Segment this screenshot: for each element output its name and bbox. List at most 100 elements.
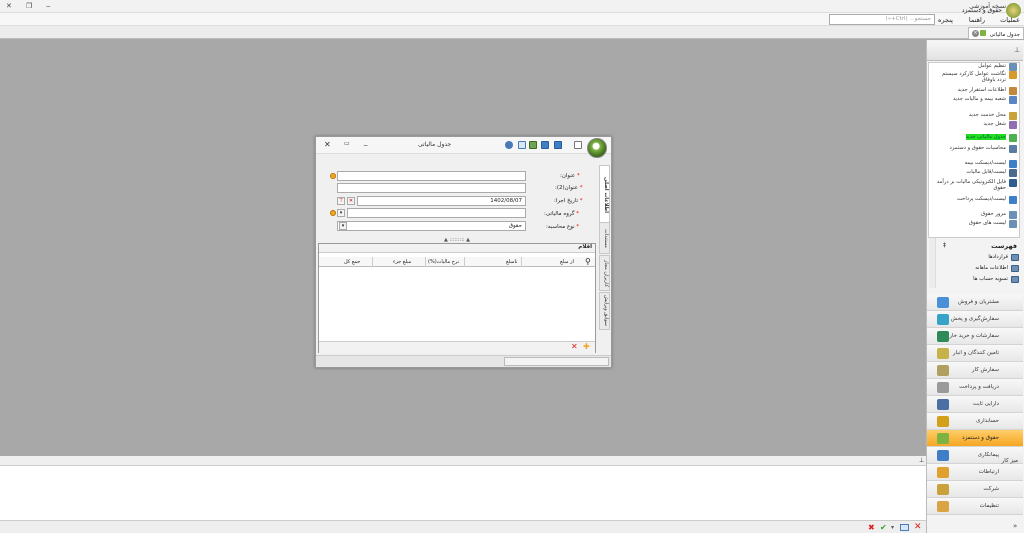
nav-item[interactable]: اطلاعات استقرار جدید — [933, 87, 1017, 95]
search-icon[interactable]: ⚲ — [585, 257, 591, 266]
new-document-icon[interactable] — [574, 141, 582, 149]
clear-date-icon[interactable]: ✕ — [347, 197, 355, 205]
tax-group-dropdown-icon[interactable]: ▾ — [337, 209, 345, 217]
nav-item[interactable]: محاسبات حقوق و دستمزد — [933, 145, 1017, 153]
grid-view-icon[interactable] — [900, 524, 909, 531]
column-separator — [425, 257, 426, 267]
cancel-icon[interactable]: ✖ — [868, 523, 875, 532]
module-button[interactable]: تنظیمات — [927, 498, 1023, 515]
module-button[interactable]: سفارشات و خرید خارجی — [927, 328, 1023, 345]
title2-field[interactable] — [337, 183, 526, 193]
splitter-handle[interactable]: ▲ ::::::::: ▲ — [437, 238, 477, 243]
column-header-total[interactable]: جمع کل — [344, 259, 360, 265]
column-separator — [372, 257, 373, 267]
search-input[interactable]: جستجو... (Ctrl+«) — [829, 14, 935, 25]
workdesk-pin-icon[interactable]: ⊥ — [919, 457, 924, 464]
module-button[interactable]: شرکت — [927, 481, 1023, 498]
nav-item-label: لیست/فایل مالیات — [966, 169, 1006, 175]
tab-main-info[interactable]: اطلاعات اصلی — [599, 165, 610, 225]
nav-item[interactable]: محل خدمت جدید — [933, 112, 1017, 120]
tax-group-field[interactable] — [347, 208, 526, 218]
delete-row-icon[interactable]: ✕ — [571, 342, 578, 351]
column-header-rate[interactable]: نرخ مالیات(%) — [428, 259, 459, 265]
tab-documents[interactable]: مستندات — [599, 222, 610, 254]
title-field[interactable] — [337, 171, 526, 181]
restore-icon[interactable]: ❐ — [26, 2, 32, 10]
module-label: حسابداری — [976, 418, 999, 424]
dialog-maximize-icon[interactable]: ▭ — [344, 140, 350, 147]
review-icon — [1009, 211, 1017, 219]
tab-close-icon[interactable]: × — [972, 30, 979, 37]
nav-item[interactable]: شعبه بیمه و مالیات جدید — [933, 96, 1017, 104]
module-icon — [937, 501, 949, 512]
location-icon — [1009, 112, 1017, 120]
nav-item[interactable]: لیست/دیسکت پرداخت — [933, 196, 1017, 204]
calendar-filter-icon[interactable]: ⊤ — [337, 197, 345, 205]
help-icon[interactable] — [505, 141, 513, 149]
nav-item[interactable]: تنظیم عوامل — [933, 63, 1017, 71]
nav-item[interactable]: لیست/دیسکت بیمه — [933, 160, 1017, 168]
nav-item[interactable]: لیست های حقوق — [933, 220, 1017, 228]
module-button[interactable]: دارایی ثابت — [927, 396, 1023, 413]
module-icon — [937, 297, 949, 308]
minimize-icon[interactable]: ‒ — [46, 2, 50, 10]
nav-item[interactable]: نگاشت عوامل کارکرد سیستم تردد باوفاق — [933, 71, 1017, 83]
module-logo-icon — [1006, 3, 1021, 18]
save-close-icon[interactable] — [554, 141, 562, 149]
module-label: دریافت و پرداخت — [959, 384, 999, 390]
nav-item[interactable]: شغل جدید — [933, 121, 1017, 129]
favorite-item[interactable]: اطلاعات ماهانه — [939, 265, 1019, 272]
nav-item-label: لیست/دیسکت بیمه — [964, 160, 1006, 166]
dialog-minimize-icon[interactable]: _ — [364, 138, 368, 146]
close-panel-icon[interactable]: ✕ — [914, 522, 922, 532]
calc-type-dropdown-icon[interactable]: ▾ — [339, 222, 347, 230]
nav-item[interactable]: جدول مالیاتی جدید — [933, 134, 1017, 142]
close-icon[interactable]: ✕ — [6, 2, 12, 10]
payment-disk-icon — [1009, 196, 1017, 204]
dialog-close-icon[interactable]: ✕ — [324, 140, 331, 149]
column-header-from[interactable]: از مبلغ — [560, 259, 574, 265]
monthly-icon — [1011, 265, 1019, 272]
date-field[interactable]: 1402/08/07 — [357, 196, 526, 206]
column-header-to[interactable]: تامبلغ — [506, 259, 517, 265]
menu-help[interactable]: راهنما — [969, 16, 985, 24]
nav-item-label: شعبه بیمه و مالیات جدید — [952, 96, 1006, 102]
tab-allowed-users[interactable]: کاربران مجاز — [599, 255, 610, 291]
dropdown-arrow-icon[interactable]: ▾ — [891, 524, 894, 531]
tab-tax-table[interactable]: جدول مالیاتی × — [968, 27, 1024, 39]
nav-item-label: تنظیم عوامل — [978, 63, 1006, 69]
calc-type-select[interactable]: حقوق — [337, 221, 526, 231]
module-button[interactable]: سفارش کار — [927, 362, 1023, 379]
module-button[interactable]: تامین کنندگان و انبار — [927, 345, 1023, 362]
favorites-header[interactable]: فهرست ‡ — [937, 240, 1021, 252]
favorites-pin-icon[interactable]: ‡ — [943, 242, 946, 249]
tab-icon — [979, 30, 986, 36]
module-icon — [937, 348, 949, 359]
favorite-item[interactable]: تسویه حساب ها — [939, 276, 1019, 283]
confirm-icon[interactable]: ✔ — [880, 523, 887, 532]
nav-collapse-icon[interactable]: » — [1013, 522, 1017, 530]
dialog-title: جدول مالیاتی — [418, 141, 452, 148]
nav-item[interactable]: مرور حقوق — [933, 211, 1017, 219]
nav-header — [927, 41, 1023, 61]
print-icon[interactable] — [529, 141, 537, 149]
status-bar: ✖ ✔ ▾ ✕ — [0, 520, 926, 533]
export-icon[interactable] — [518, 141, 526, 149]
tab-edit-history[interactable]: سوابق ویرایش — [599, 292, 610, 330]
module-button[interactable]: حسابداری — [927, 413, 1023, 430]
module-icon — [937, 467, 949, 478]
pin-icon[interactable]: ⊥ — [1014, 46, 1020, 54]
module-button[interactable]: سفارش‌گیری و پخش — [927, 311, 1023, 328]
dialog-logo-icon[interactable] — [587, 138, 607, 158]
nav-item[interactable]: فایل الکترونیکی مالیات بر درآمد حقوق — [933, 179, 1017, 191]
favorite-item[interactable]: قراردادها — [939, 254, 1019, 261]
add-row-icon[interactable]: ✚ — [583, 342, 590, 351]
nav-item[interactable]: لیست/فایل مالیات — [933, 169, 1017, 177]
module-button[interactable]: ارتباطات — [927, 464, 1023, 481]
module-button[interactable]: حقوق و دستمزد — [927, 430, 1023, 447]
module-button[interactable]: مشتریان و فروش — [927, 294, 1023, 311]
save-icon[interactable] — [541, 141, 549, 149]
column-header-partial[interactable]: مبلغ جزء — [393, 259, 411, 265]
menu-window[interactable]: پنجره — [938, 16, 953, 24]
module-button[interactable]: دریافت و پرداخت — [927, 379, 1023, 396]
